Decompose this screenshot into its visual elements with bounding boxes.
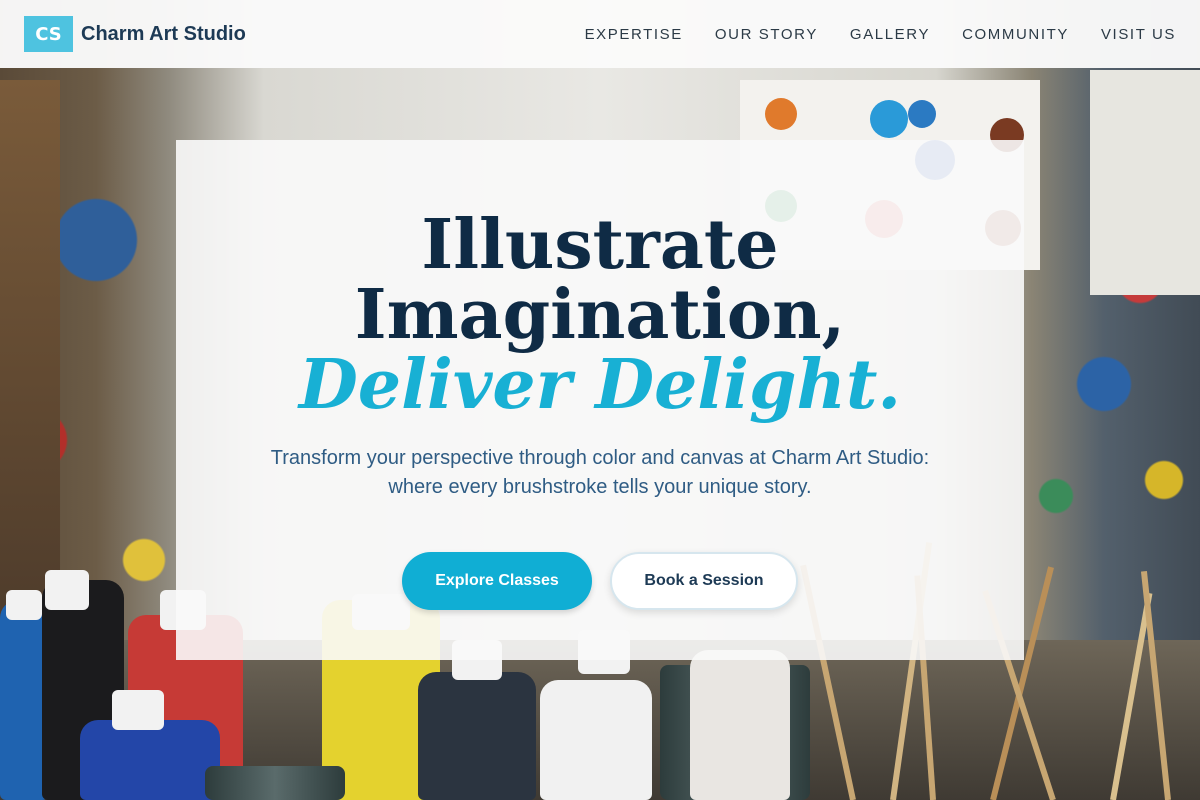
hero-heading-line2: Imagination,: [354, 275, 846, 355]
main-nav: EXPERTISE OUR STORY GALLERY COMMUNITY VI…: [585, 26, 1176, 43]
nav-item-visit-us[interactable]: VISIT US: [1101, 26, 1176, 43]
site-header: CS Charm Art Studio EXPERTISE OUR STORY …: [0, 0, 1200, 68]
hero-heading: Illustrate Imagination, Deliver Delight.: [176, 210, 1024, 420]
hero-heading-line1: Illustrate: [421, 205, 779, 285]
brand-name: Charm Art Studio: [81, 22, 246, 45]
paint-splattered-board: [0, 80, 60, 640]
nav-item-expertise[interactable]: EXPERTISE: [585, 26, 683, 43]
book-session-button[interactable]: Book a Session: [610, 552, 798, 610]
nav-item-gallery[interactable]: GALLERY: [850, 26, 930, 43]
nav-item-our-story[interactable]: OUR STORY: [715, 26, 818, 43]
hero-actions: Explore Classes Book a Session: [176, 552, 1024, 610]
hero-card: Illustrate Imagination, Deliver Delight.…: [176, 140, 1024, 660]
logo-mark: CS: [24, 16, 73, 52]
hero-subtitle: Transform your perspective through color…: [270, 447, 930, 498]
explore-classes-button[interactable]: Explore Classes: [402, 552, 592, 610]
nav-item-community[interactable]: COMMUNITY: [962, 26, 1069, 43]
brand-logo-link[interactable]: CS Charm Art Studio: [24, 16, 246, 52]
paper-sheet: [1090, 70, 1200, 295]
hero-heading-accent: Deliver Delight.: [298, 345, 902, 425]
